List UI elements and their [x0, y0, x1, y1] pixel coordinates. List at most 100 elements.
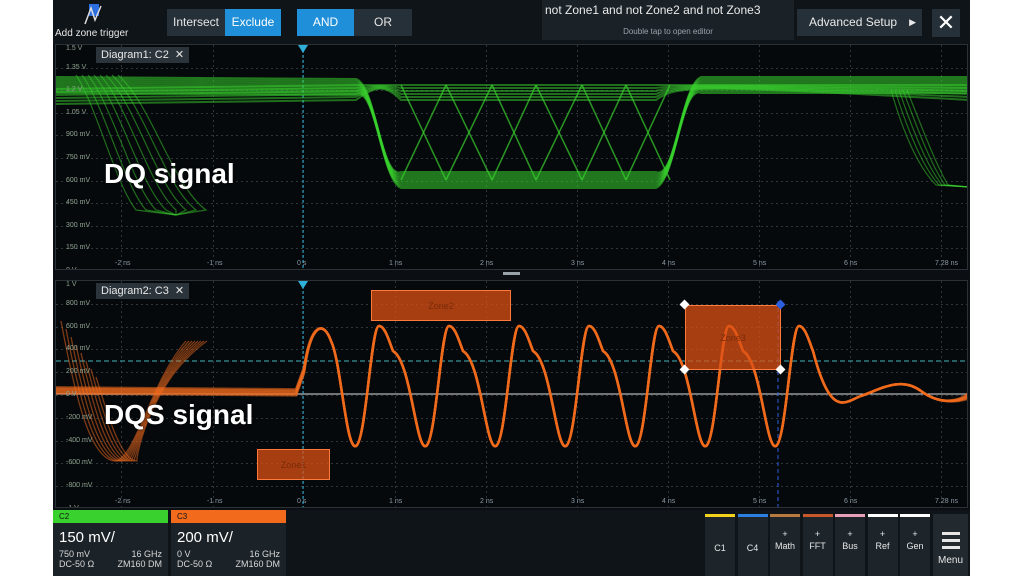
add-zone-trigger-button[interactable]: Add zone trigger — [53, 0, 133, 44]
channel-c2-bandwidth: 16 GHz — [131, 549, 162, 559]
dq-signal-label: DQ signal — [104, 158, 235, 190]
x-axis-label: 7.28 ns — [935, 260, 958, 267]
channel-c3-bandwidth: 16 GHz — [249, 549, 280, 559]
button-label: Gen — [900, 541, 930, 551]
add-zone-trigger-label: Add zone trigger — [55, 28, 128, 39]
close-icon[interactable]: ✕ — [932, 9, 960, 37]
channel-c2-scale: 150 mV/ — [53, 529, 168, 546]
diagram-splitter-handle[interactable] — [503, 272, 520, 275]
dq-waveform-trace — [899, 90, 968, 187]
plus-icon: + — [868, 529, 898, 539]
x-axis-label: 7.28 ns — [935, 498, 958, 505]
close-icon[interactable]: ✕ — [175, 285, 184, 297]
x-axis-label: 2 ns — [480, 498, 493, 505]
add-bus-button[interactable]: + Bus — [835, 514, 865, 576]
plus-icon: + — [900, 529, 930, 539]
y-axis-label: 1 V — [66, 281, 77, 288]
menu-button[interactable]: Menu — [933, 514, 968, 576]
channel-c2-box[interactable]: C2 150 mV/ 750 mV16 GHz DC-50 ΩZM160 DM — [53, 510, 168, 576]
add-gen-button[interactable]: + Gen — [900, 514, 930, 576]
y-axis-label: 800 mV — [66, 300, 90, 307]
trigger-marker-icon[interactable] — [298, 45, 308, 53]
dqs-signal-label: DQS signal — [104, 399, 253, 431]
x-axis-label: 6 ns — [844, 260, 857, 267]
and-button[interactable]: AND — [297, 9, 354, 36]
add-c4-button[interactable]: C4 — [738, 514, 768, 576]
x-axis-label: -1 ns — [207, 260, 223, 267]
y-axis-label: 1.5 V — [66, 45, 82, 52]
zone1-box[interactable]: Zone1 — [257, 449, 330, 480]
zone1-label: Zone1 — [281, 460, 307, 470]
zone2-box[interactable]: Zone2 — [371, 290, 511, 321]
x-axis-label: -2 ns — [115, 498, 131, 505]
arrow-right-icon: ▶ — [909, 9, 916, 36]
plus-icon: + — [835, 529, 865, 539]
button-label: Math — [770, 541, 800, 551]
y-axis-label: 200 mV — [66, 368, 90, 375]
advanced-setup-button[interactable]: Advanced Setup ▶ — [797, 9, 922, 36]
x-axis-label: 1 ns — [389, 498, 402, 505]
y-axis-label: -600 mV — [66, 459, 92, 466]
y-axis-label: 0 V — [66, 267, 77, 270]
x-axis-label: 6 ns — [844, 498, 857, 505]
diagram1-tab[interactable]: Diagram1: C2 ✕ — [96, 47, 189, 63]
exclude-button[interactable]: Exclude — [225, 9, 281, 36]
logic-hint: Double tap to open editor — [542, 27, 794, 36]
diagram2-panel: Diagram2: C3✕ 1 V 800 mV 600 mV 400 mV 200 m… — [55, 280, 968, 508]
y-axis-label: 600 mV — [66, 323, 90, 330]
logic-expression-editor[interactable]: not Zone1 and not Zone2 and not Zone3 Do… — [542, 0, 794, 40]
y-axis-label: 0 V — [66, 391, 77, 398]
y-axis-label: 900 mV — [66, 131, 90, 138]
channel-c3-coupling: DC-50 Ω — [177, 559, 212, 569]
y-axis-label: 150 mV — [66, 244, 90, 251]
x-axis-label: -2 ns — [115, 260, 131, 267]
intersect-button[interactable]: Intersect — [167, 9, 225, 36]
button-label: FFT — [803, 541, 833, 551]
x-axis-label: 2 ns — [480, 260, 493, 267]
x-axis-label: 3 ns — [571, 260, 584, 267]
add-fft-button[interactable]: +FFT — [803, 514, 833, 576]
button-color-bar — [900, 514, 930, 517]
zone-trigger-toolbar: Add zone trigger Intersect Exclude AND O… — [53, 0, 970, 44]
close-icon[interactable]: ✕ — [175, 49, 184, 61]
add-c1-button[interactable]: C1 — [705, 514, 735, 576]
button-color-bar — [770, 514, 800, 517]
button-color-bar — [705, 514, 735, 517]
zone3-label: Zone3 — [720, 333, 746, 343]
x-axis-label: 0 s — [297, 260, 306, 267]
zone3-box[interactable]: Zone3 — [685, 305, 781, 370]
channel-c3-box[interactable]: C3 200 mV/ 0 V16 GHz DC-50 ΩZM160 DM — [171, 510, 286, 576]
button-label: C1 — [705, 543, 735, 553]
button-color-bar — [803, 514, 833, 517]
x-axis-label: -1 ns — [207, 498, 223, 505]
diagram2-grid — [56, 281, 968, 508]
y-axis-label: -800 mV — [66, 482, 92, 489]
channel-c3-offset: 0 V — [177, 549, 191, 559]
x-axis-label: 5 ns — [753, 260, 766, 267]
channel-c2-offset: 750 mV — [59, 549, 90, 559]
plus-icon: + — [770, 529, 800, 539]
add-math-button[interactable]: + Math — [770, 514, 800, 576]
x-axis-label: 3 ns — [571, 498, 584, 505]
logic-selector: AND OR — [297, 9, 412, 36]
y-axis-label: -200 mV — [66, 414, 92, 421]
diagram2-tab[interactable]: Diagram2: C3✕ — [96, 283, 189, 299]
trigger-marker-icon[interactable] — [298, 281, 308, 289]
or-button[interactable]: OR — [354, 9, 412, 36]
hamburger-icon — [942, 532, 960, 549]
button-label: Ref — [868, 541, 898, 551]
x-axis-label: 5 ns — [753, 498, 766, 505]
y-axis-label: 400 mV — [66, 345, 90, 352]
x-axis-label: 4 ns — [662, 260, 675, 267]
channel-c3-probe: ZM160 DM — [235, 559, 280, 569]
add-ref-button[interactable]: + Ref — [868, 514, 898, 576]
channel-c2-name: C2 — [53, 510, 168, 523]
diagram1-title: Diagram1: C2 — [101, 49, 169, 61]
button-label: Bus — [835, 541, 865, 551]
x-axis-label: 4 ns — [662, 498, 675, 505]
y-axis-label: 600 mV — [66, 177, 90, 184]
button-color-bar — [868, 514, 898, 517]
channel-c3-scale: 200 mV/ — [171, 529, 286, 546]
y-axis-label: -1 V — [66, 505, 79, 508]
button-color-bar — [835, 514, 865, 517]
